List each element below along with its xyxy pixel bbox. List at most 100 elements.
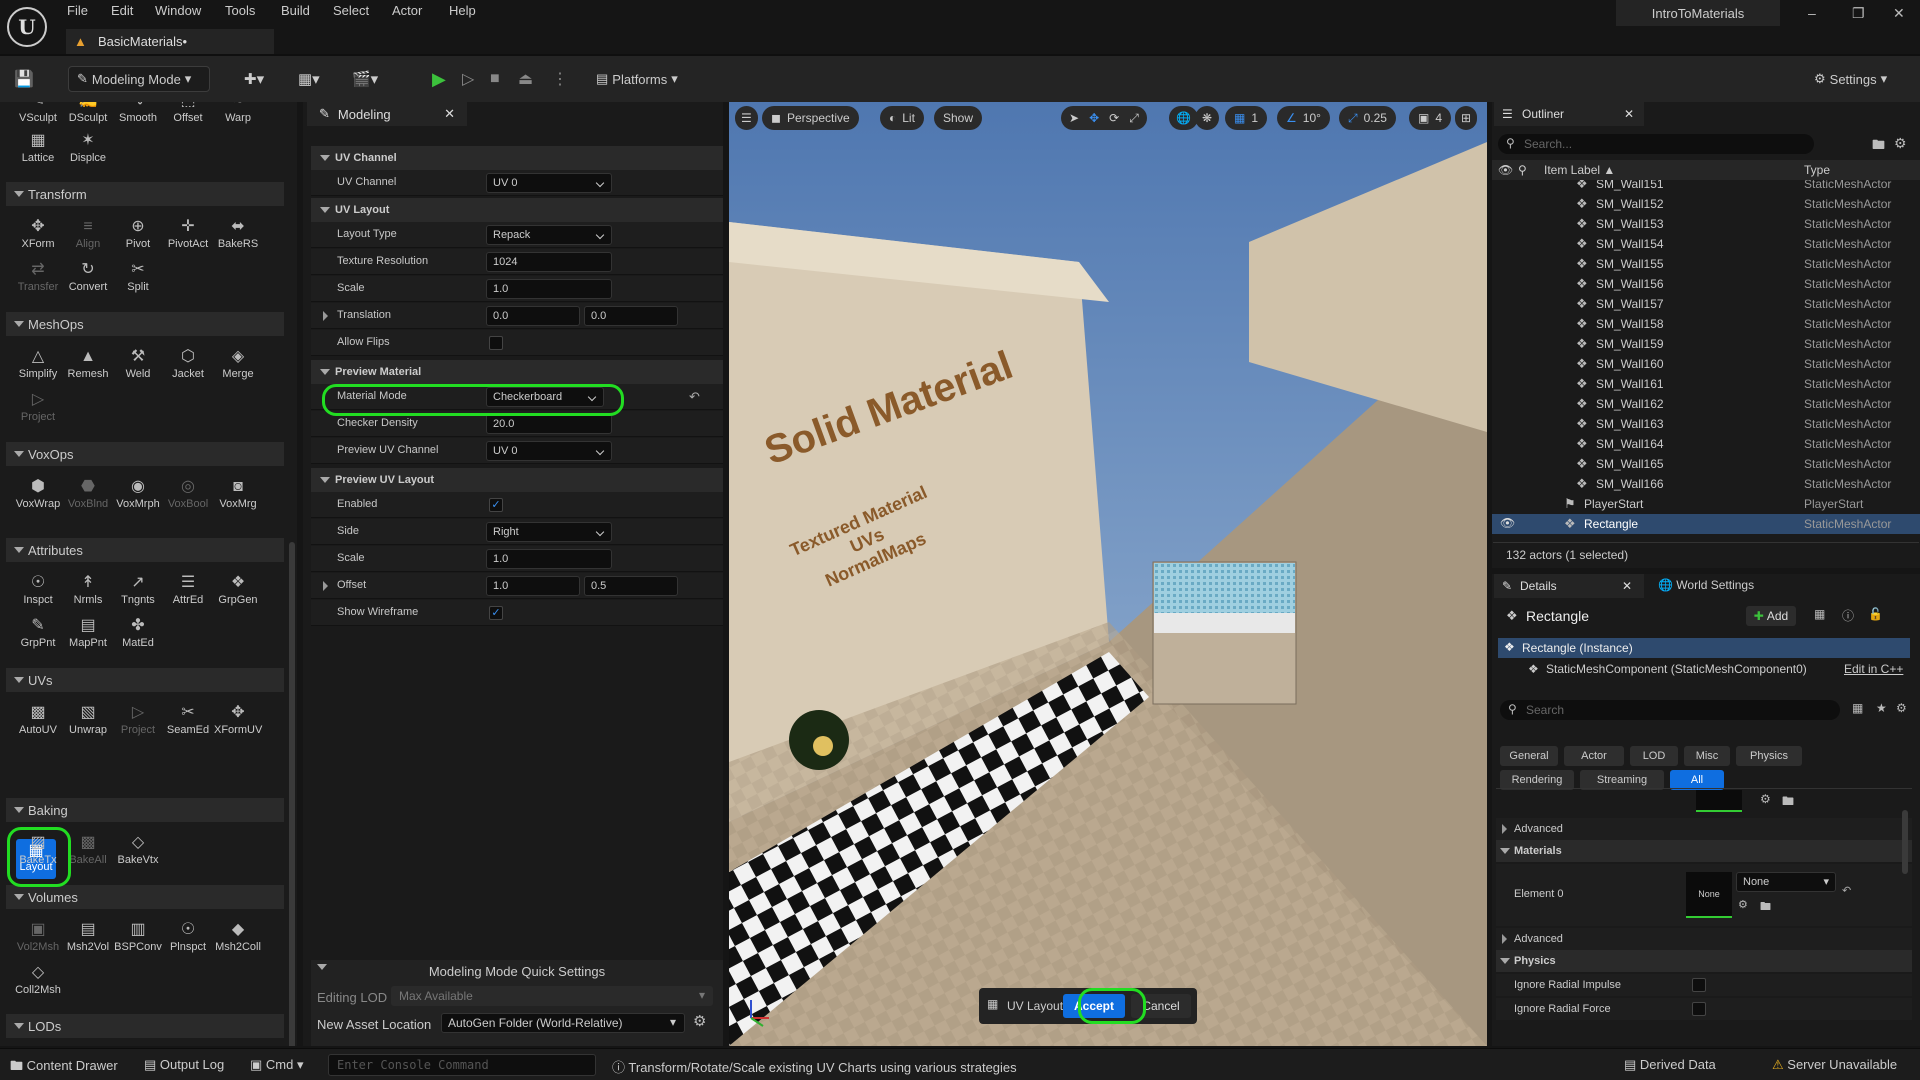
tool-inspct[interactable]: ☉ Inspct [14, 572, 62, 614]
level-tab[interactable]: ▲ BasicMaterials• [66, 29, 274, 54]
lit-button[interactable]: ◐ Lit [880, 106, 924, 130]
section-baking[interactable]: Baking [6, 798, 284, 822]
tool-coll2msh[interactable]: ◇ Coll2Msh [14, 962, 62, 1004]
menu-file[interactable]: File [67, 3, 88, 18]
output-log-button[interactable]: ▤ Output Log [144, 1057, 224, 1073]
reset-arrow-icon[interactable]: ↶ [1842, 884, 1851, 897]
eye-icon[interactable]: 👁 [1498, 163, 1513, 177]
tool-pivot[interactable]: ⊕ Pivot [114, 216, 162, 258]
offset-x-field[interactable]: 1.0 [486, 576, 580, 596]
instance-row[interactable]: ❖ Rectangle (Instance) [1498, 638, 1910, 658]
filter-rendering[interactable]: Rendering [1500, 770, 1574, 790]
outliner-row[interactable]: ❖ SM_Wall164 StaticMeshActor [1492, 434, 1920, 454]
outliner-row[interactable]: ⚑ PlayerStart PlayerStart [1492, 494, 1920, 514]
tool-project[interactable]: ▷ Project [114, 702, 162, 744]
close-icon[interactable]: ✕ [1622, 579, 1632, 593]
layout-icon[interactable]: ⊞ [1455, 106, 1478, 130]
tool-align[interactable]: ≡ Align [64, 216, 112, 258]
add-actor-icon[interactable]: ✚▾ [244, 66, 264, 92]
outliner-row[interactable]: ❖ SM_Wall154 StaticMeshActor [1492, 234, 1920, 254]
cinematics-icon[interactable]: 🎬▾ [352, 66, 378, 92]
preview-uv-layout-group[interactable]: Preview UV Layout [311, 468, 723, 492]
advanced-row[interactable]: Advanced [1496, 818, 1912, 840]
materials-section[interactable]: Materials [1496, 840, 1912, 862]
outliner-row[interactable]: ❖ SM_Wall155 StaticMeshActor [1492, 254, 1920, 274]
tool-dsculpt[interactable]: ✍DSculpt [64, 102, 112, 132]
modeling-tab[interactable]: ✎ Modeling ✕ [307, 102, 467, 126]
play-icon[interactable]: ▶ [432, 66, 446, 92]
tool-grpgen[interactable]: ❖ GrpGen [214, 572, 262, 614]
outliner-search-input[interactable]: ⚲ Search... [1498, 134, 1814, 154]
tool-plnspct[interactable]: ☉ Plnspct [164, 919, 212, 961]
expand-icon[interactable] [323, 581, 328, 591]
perspective-button[interactable]: ◼ Perspective [762, 106, 859, 130]
new-asset-location-dropdown[interactable]: AutoGen Folder (World-Relative) ▾ [441, 1013, 685, 1033]
menu-build[interactable]: Build [281, 3, 310, 18]
tool-project[interactable]: ▷ Project [14, 389, 62, 431]
tool-merge[interactable]: ◈ Merge [214, 346, 262, 388]
cmd-button[interactable]: ▣ Cmd ▾ [250, 1057, 304, 1073]
section-attributes[interactable]: Attributes [6, 538, 284, 562]
texture-resolution-field[interactable]: 1024 [486, 252, 612, 272]
filter-physics[interactable]: Physics [1736, 746, 1802, 766]
table-view-icon[interactable]: ▦ [1852, 701, 1863, 715]
tool-mated[interactable]: ✤ MatEd [114, 615, 162, 657]
tool-msh2coll[interactable]: ◆ Msh2Coll [214, 919, 262, 961]
tool-grppnt[interactable]: ✎ GrpPnt [14, 615, 62, 657]
details-search-input[interactable]: ⚲ Search [1500, 700, 1840, 720]
filter-actor[interactable]: Actor [1564, 746, 1624, 766]
menu-tools[interactable]: Tools [225, 3, 255, 18]
surface-snap-icon[interactable]: ❋ [1195, 106, 1220, 130]
section-lods[interactable]: LODs [6, 1014, 284, 1038]
tool-xformuv[interactable]: ✥ XFormUV [214, 702, 262, 744]
outliner-row[interactable]: ❖ SM_Wall153 StaticMeshActor [1492, 214, 1920, 234]
eject-icon[interactable]: ⏏ [518, 66, 533, 92]
section-voxops[interactable]: VoxOps [6, 442, 284, 466]
select-icon[interactable]: ➤ [1069, 111, 1079, 125]
step-icon[interactable]: ▷ [462, 66, 474, 92]
tool-mappnt[interactable]: ▤ MapPnt [64, 615, 112, 657]
tool-voxmrg[interactable]: ◙ VoxMrg [214, 476, 262, 518]
tool-tngnts[interactable]: ↗ Tngnts [114, 572, 162, 614]
tool-smooth[interactable]: ∿Smooth [114, 102, 162, 132]
menu-actor[interactable]: Actor [392, 3, 422, 18]
rotate-icon[interactable]: ⟳ [1109, 111, 1119, 125]
tool-vol2msh[interactable]: ▣ Vol2Msh [14, 919, 62, 961]
scale-field[interactable]: 1.0 [486, 279, 612, 299]
tool-autouv[interactable]: ▩ AutoUV [14, 702, 62, 744]
menu-edit[interactable]: Edit [111, 3, 133, 18]
lock-icon[interactable]: 🔓 [1868, 607, 1883, 621]
details-tab[interactable]: ✎ Details ✕ [1494, 574, 1644, 598]
tool-transfer[interactable]: ⇄ Transfer [14, 259, 62, 301]
tool-voxbool[interactable]: ◎ VoxBool [164, 476, 212, 518]
ignore-force-checkbox[interactable] [1692, 1002, 1706, 1016]
expand-icon[interactable] [323, 311, 328, 321]
outliner-row[interactable]: ❖ SM_Wall160 StaticMeshActor [1492, 354, 1920, 374]
source-control-button[interactable]: ⚠ Server Unavailable [1772, 1057, 1897, 1073]
tool-unwrap[interactable]: ▧ Unwrap [64, 702, 112, 744]
outliner-row[interactable]: ❖ SM_Wall161 StaticMeshActor [1492, 374, 1920, 394]
tool-offset[interactable]: ⬚Offset [164, 102, 212, 132]
tool-bakeall[interactable]: ▩ BakeAll [64, 832, 112, 874]
tool-xform[interactable]: ✥ XForm [14, 216, 62, 258]
tool-split[interactable]: ✂ Split [114, 259, 162, 301]
pin-icon[interactable]: ⚲ [1518, 163, 1527, 177]
enabled-checkbox[interactable]: ✓ [489, 498, 503, 512]
star-icon[interactable]: ★ [1876, 701, 1887, 715]
browse-icon[interactable]: ⚙ [1760, 792, 1771, 806]
tool-voxblnd[interactable]: ⬣ VoxBlnd [64, 476, 112, 518]
menu-select[interactable]: Select [333, 3, 369, 18]
gear-icon[interactable]: ⚙ [1896, 701, 1907, 715]
outliner-row[interactable]: ❖ SM_Wall157 StaticMeshActor [1492, 294, 1920, 314]
folder-icon[interactable]: 🖿 [1782, 792, 1794, 813]
tool-attred[interactable]: ☰ AttrEd [164, 572, 212, 614]
show-button[interactable]: Show [934, 106, 983, 130]
layout-type-dropdown[interactable]: Repack [486, 225, 612, 245]
tool-bspconv[interactable]: ▥ BSPConv [114, 919, 162, 961]
preview-material-group[interactable]: Preview Material [311, 360, 723, 384]
tool-simplify[interactable]: △ Simplify [14, 346, 62, 388]
tool-displce[interactable]: ✶ Displce [64, 130, 112, 172]
save-icon[interactable]: 💾 [14, 66, 34, 92]
outliner-tab[interactable]: ☰ Outliner ✕ [1494, 102, 1644, 126]
menu-help[interactable]: Help [449, 3, 476, 18]
